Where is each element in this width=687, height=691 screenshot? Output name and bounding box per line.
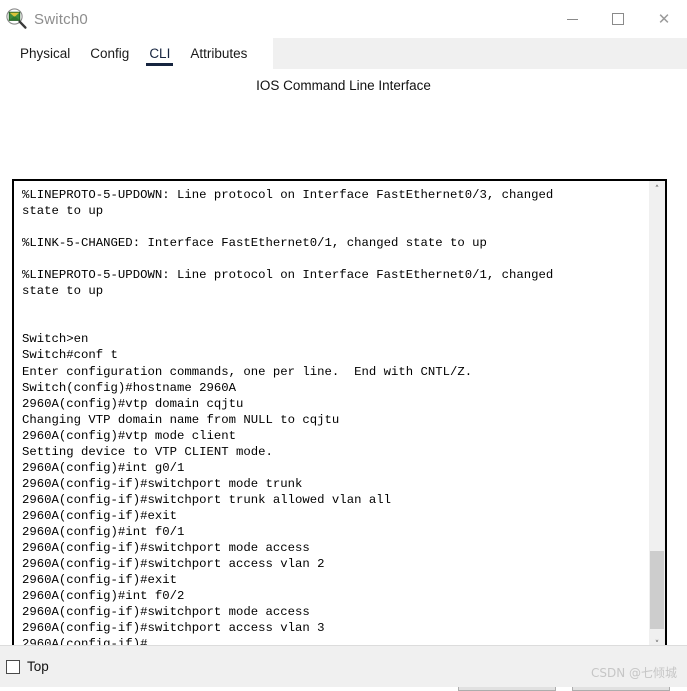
packet-tracer-device-icon <box>6 8 28 30</box>
maximize-button[interactable] <box>595 0 641 38</box>
top-checkbox-label: Top <box>27 659 49 674</box>
tab-cli-label: CLI <box>149 46 171 61</box>
tab-attributes-label: Attributes <box>190 46 248 61</box>
scrollbar-thumb[interactable] <box>650 551 664 629</box>
footer-bar: Top CSDN @七倾城 <box>0 646 687 687</box>
tab-list: Physical Config CLI Attributes <box>0 38 274 69</box>
cli-panel: IOS Command Line Interface %LINEPROTO-5-… <box>0 69 687 691</box>
close-icon: ✕ <box>657 9 671 28</box>
minimize-icon <box>566 18 578 20</box>
tab-config-label: Config <box>90 46 130 61</box>
terminal-text: %LINEPROTO-5-UPDOWN: Line protocol on In… <box>22 188 554 651</box>
cli-heading: IOS Command Line Interface <box>256 78 431 93</box>
tab-physical-label: Physical <box>20 46 71 61</box>
tab-strip: Physical Config CLI Attributes <box>0 38 687 69</box>
tab-cli[interactable]: CLI <box>139 38 180 69</box>
terminal-output[interactable]: %LINEPROTO-5-UPDOWN: Line protocol on In… <box>14 181 648 653</box>
title-bar: Switch0 ✕ <box>0 0 687 38</box>
scroll-up-arrow-icon[interactable]: ˄ <box>649 181 665 198</box>
window-title: Switch0 <box>34 10 88 28</box>
minimize-button[interactable] <box>549 0 595 38</box>
tab-attributes[interactable]: Attributes <box>180 38 257 69</box>
top-checkbox[interactable] <box>6 659 20 674</box>
maximize-icon <box>612 13 624 25</box>
tab-physical[interactable]: Physical <box>10 38 80 69</box>
watermark: CSDN @七倾城 <box>590 666 677 680</box>
close-button[interactable]: ✕ <box>641 0 687 38</box>
terminal-container: %LINEPROTO-5-UPDOWN: Line protocol on In… <box>12 179 667 655</box>
terminal-scrollbar[interactable]: ˄ ˅ <box>648 181 665 653</box>
window-controls: ✕ <box>549 0 687 38</box>
tab-config[interactable]: Config <box>80 38 139 69</box>
